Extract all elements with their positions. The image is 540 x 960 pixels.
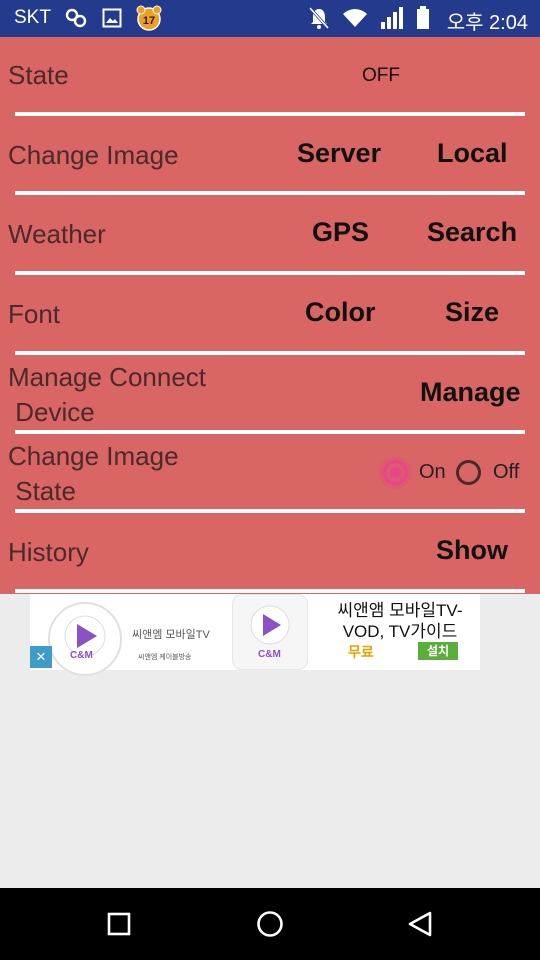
ad-brand-tag: 씨앤엠 케이블방송 — [138, 654, 192, 661]
divider — [15, 112, 525, 116]
recent-apps-icon[interactable] — [107, 912, 131, 941]
navigation-bar — [0, 888, 540, 960]
on-radio[interactable] — [383, 460, 408, 485]
settings-panel: State OFF Change Image Server Local Weat… — [0, 37, 540, 594]
status-bar: SKT 17 오후 2:04 — [0, 0, 540, 37]
server-button[interactable]: Server — [297, 138, 381, 169]
ad-banner[interactable]: C&M 씨앤엠 모바일TV 씨앤엠 케이블방송 C&M 씨앤앰 모바일TV-VO… — [30, 594, 480, 676]
ad-thumbnail-left — [48, 602, 122, 676]
mute-icon — [308, 6, 330, 30]
state-label: State — [8, 60, 69, 90]
divider — [15, 430, 525, 434]
font-label: Font — [8, 299, 61, 329]
ad-install-button[interactable]: 설치 — [418, 642, 458, 660]
font-row: Font Color Size — [0, 276, 540, 356]
color-button[interactable]: Color — [305, 297, 376, 328]
on-radio-label[interactable]: On — [419, 461, 446, 484]
off-radio-label[interactable]: Off — [493, 461, 519, 484]
ad-title: 씨앤앰 모바일TV-VOD, TV가이드 — [337, 601, 463, 641]
change-image-state-label: Change Image State — [8, 441, 179, 506]
manage-button[interactable]: Manage — [420, 377, 521, 408]
divider — [15, 271, 525, 275]
local-button[interactable]: Local — [437, 138, 508, 169]
carrier-name: SKT — [14, 7, 51, 28]
manage-device-label: Manage Connect Device — [8, 362, 207, 427]
change-image-state-row: Change Image State On Off — [0, 435, 540, 515]
play-icon — [64, 615, 106, 657]
ad-logo-left: C&M — [70, 650, 93, 661]
divider — [15, 509, 525, 513]
state-value[interactable]: OFF — [362, 65, 400, 87]
manage-device-row: Manage Connect Device Manage — [0, 356, 540, 436]
weather-row: Weather GPS Search — [0, 196, 540, 276]
size-button[interactable]: Size — [445, 297, 499, 328]
ad-logo-right: C&M — [258, 649, 281, 660]
battery-icon — [416, 6, 430, 30]
divider — [15, 191, 525, 195]
ad-app-icon: C&M — [232, 594, 308, 670]
app-badge-icon: 17 — [136, 5, 162, 31]
back-icon[interactable] — [406, 910, 434, 943]
link-icon — [64, 6, 88, 30]
divider — [15, 351, 525, 355]
show-button[interactable]: Show — [436, 535, 508, 566]
clock: 오후 2:04 — [446, 12, 528, 34]
change-image-row: Change Image Server Local — [0, 117, 540, 197]
home-icon[interactable] — [256, 910, 284, 943]
history-label: History — [8, 537, 89, 567]
ad-close-button[interactable]: × — [30, 646, 52, 668]
ad-free-label: 무료 — [348, 644, 374, 660]
wifi-icon — [342, 6, 368, 30]
history-row: History Show — [0, 514, 540, 594]
badge-number: 17 — [143, 15, 155, 27]
off-radio[interactable] — [456, 460, 481, 485]
weather-label: Weather — [8, 219, 106, 249]
search-button[interactable]: Search — [427, 217, 517, 248]
divider — [15, 589, 525, 593]
signal-icon — [380, 6, 404, 30]
image-icon — [102, 6, 122, 30]
ad-brand-small: 씨앤엠 모바일TV — [132, 629, 210, 641]
state-row: State OFF — [0, 37, 540, 117]
gps-button[interactable]: GPS — [312, 217, 369, 248]
change-image-label: Change Image — [8, 140, 179, 170]
